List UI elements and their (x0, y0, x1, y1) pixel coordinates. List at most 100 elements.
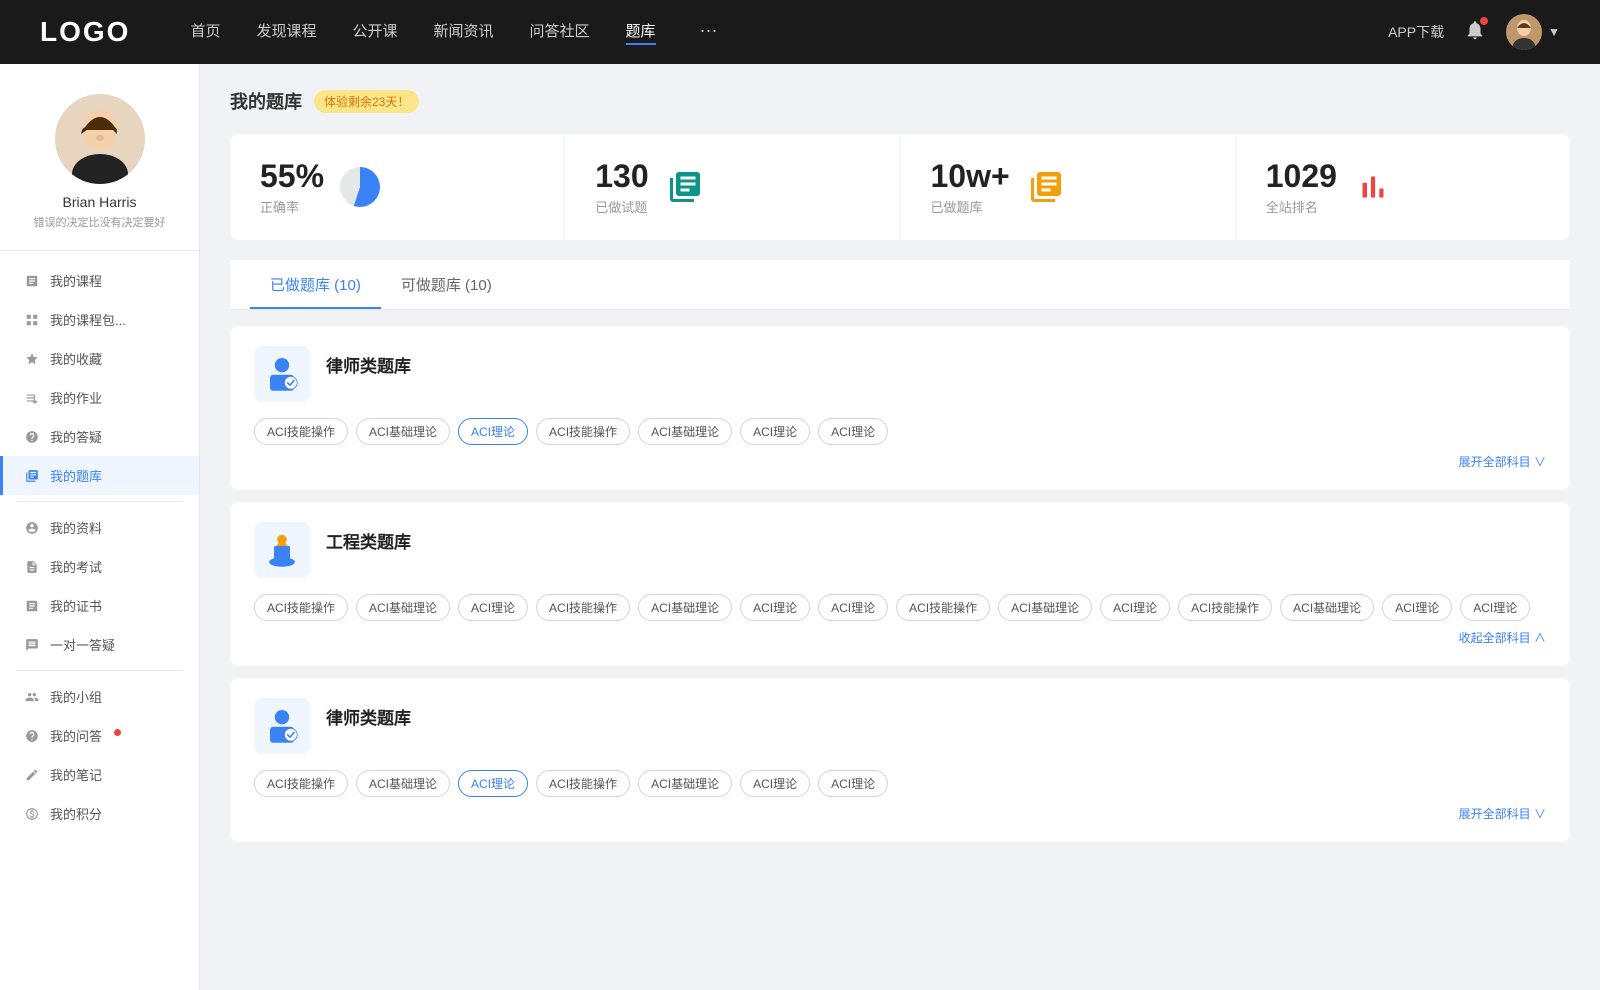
accuracy-icon (340, 167, 380, 207)
qbank-tag[interactable]: ACI理论 (1382, 594, 1452, 621)
qbank-tags-3: ACI技能操作 ACI基础理论 ACI理论 ACI技能操作 ACI基础理论 AC… (254, 770, 1546, 797)
qbank-tag[interactable]: ACI理论 (458, 594, 528, 621)
sidebar-item-profile[interactable]: 我的资料 (0, 508, 199, 547)
tab-done-qbanks[interactable]: 已做题库 (10) (250, 260, 381, 309)
qbank-tag[interactable]: ACI基础理论 (998, 594, 1092, 621)
nav-item-opencourse[interactable]: 公开课 (352, 20, 397, 45)
sidebar-item-favorites[interactable]: 我的收藏 (0, 339, 199, 378)
qbank-tag[interactable]: ACI理论 (818, 770, 888, 797)
qbank-tag[interactable]: ACI基础理论 (638, 770, 732, 797)
qbank-tag[interactable]: ACI基础理论 (356, 770, 450, 797)
qbank-tag[interactable]: ACI理论 (1460, 594, 1530, 621)
notes-icon (24, 767, 40, 783)
nav-item-home[interactable]: 首页 (190, 20, 220, 45)
group-icon (24, 689, 40, 705)
qbank-tag[interactable]: ACI理论 (818, 418, 888, 445)
sidebar-label: 我的证书 (50, 596, 102, 615)
qbank-tag[interactable]: ACI基础理论 (356, 594, 450, 621)
sidebar-item-points[interactable]: 我的积分 (0, 794, 199, 833)
qbank-tag[interactable]: ACI理论 (740, 770, 810, 797)
sidebar-item-qbank[interactable]: 我的题库 (0, 456, 199, 495)
page-header: 我的题库 体验剩余23天！ (230, 88, 1570, 114)
stat-value-questions: 130 (595, 158, 648, 195)
user-avatar-menu[interactable]: ▼ (1506, 14, 1560, 50)
sidebar-item-my-course[interactable]: 我的课程 (0, 261, 199, 300)
sidebar-item-notes[interactable]: 我的笔记 (0, 755, 199, 794)
qbank-tag[interactable]: ACI理论 (740, 594, 810, 621)
sidebar-label: 我的收藏 (50, 349, 102, 368)
stat-text: 1029 全站排名 (1266, 158, 1337, 216)
sidebar-item-certificate[interactable]: 我的证书 (0, 586, 199, 625)
qbank-tag-active[interactable]: ACI理论 (458, 770, 528, 797)
stat-label-accuracy: 正确率 (260, 197, 324, 216)
pie-chart (340, 167, 380, 207)
qbank-tag[interactable]: ACI技能操作 (896, 594, 990, 621)
profile-motto: 错误的决定比没有决定要好 (34, 214, 166, 230)
nav-item-news[interactable]: 新闻资讯 (434, 20, 494, 45)
points-icon (24, 806, 40, 822)
banks-done-icon (1026, 167, 1066, 207)
qbank-card-header: 律师类题库 (254, 346, 1546, 402)
stat-accuracy: 55% 正确率 (230, 134, 565, 240)
qbank-icon (24, 468, 40, 484)
trial-badge: 体验剩余23天！ (314, 90, 419, 113)
sidebar-divider2 (16, 670, 183, 671)
qbank-tag[interactable]: ACI理论 (818, 594, 888, 621)
qbank-tags-1: ACI技能操作 ACI基础理论 ACI理论 ACI技能操作 ACI基础理论 AC… (254, 418, 1546, 445)
sidebar-item-exam[interactable]: 我的考试 (0, 547, 199, 586)
sidebar-item-qa[interactable]: 我的答疑 (0, 417, 199, 456)
qa-notification-dot (114, 729, 121, 736)
qbank-container: 律师类题库 ACI技能操作 ACI基础理论 ACI理论 ACI技能操作 ACI基… (230, 326, 1570, 842)
nav-item-qa[interactable]: 问答社区 (530, 20, 590, 45)
stat-text: 55% 正确率 (260, 158, 324, 216)
stat-label-rank: 全站排名 (1266, 197, 1337, 216)
qbank-tag[interactable]: ACI基础理论 (1280, 594, 1374, 621)
qbank-tag[interactable]: ACI基础理论 (638, 594, 732, 621)
qbank-icon-lawyer (254, 346, 310, 402)
qbank-tag[interactable]: ACI技能操作 (1178, 594, 1272, 621)
qbank-tag[interactable]: ACI技能操作 (254, 418, 348, 445)
expand-button-2[interactable]: 收起全部科目 ∧ (254, 629, 1546, 646)
qbank-tag[interactable]: ACI基础理论 (356, 418, 450, 445)
notification-bell[interactable] (1464, 19, 1486, 46)
qbank-tag[interactable]: ACI技能操作 (254, 770, 348, 797)
qbank-info: 律师类题库 (326, 346, 411, 377)
tabs-row: 已做题库 (10) 可做题库 (10) (230, 260, 1570, 310)
navbar: LOGO 首页 发现课程 公开课 新闻资讯 问答社区 题库 ··· APP下载 (0, 0, 1600, 64)
logo[interactable]: LOGO (40, 16, 130, 48)
qbank-tag[interactable]: ACI技能操作 (254, 594, 348, 621)
oneone-qa-icon (24, 637, 40, 653)
main-content: 我的题库 体验剩余23天！ 55% 正确率 130 已做试题 (200, 64, 1600, 990)
stat-value-rank: 1029 (1266, 158, 1337, 195)
sidebar-item-my-qa[interactable]: 我的问答 (0, 716, 199, 755)
expand-button-3[interactable]: 展开全部科目 ∨ (254, 805, 1546, 822)
sidebar-item-homework[interactable]: 我的作业 (0, 378, 199, 417)
qbank-tag[interactable]: ACI技能操作 (536, 770, 630, 797)
qbank-tag[interactable]: ACI理论 (1100, 594, 1170, 621)
tab-available-qbanks[interactable]: 可做题库 (10) (381, 260, 512, 309)
navbar-right: APP下载 ▼ (1388, 14, 1560, 50)
profile-avatar (55, 94, 145, 184)
certificate-icon (24, 598, 40, 614)
stat-text: 130 已做试题 (595, 158, 648, 216)
nav-item-discover[interactable]: 发现课程 (256, 20, 316, 45)
sidebar-item-group[interactable]: 我的小组 (0, 677, 199, 716)
qa-icon (24, 429, 40, 445)
qbank-tag[interactable]: ACI技能操作 (536, 418, 630, 445)
stat-banks-done: 10w+ 已做题库 (901, 134, 1236, 240)
qbank-tag[interactable]: ACI基础理论 (638, 418, 732, 445)
sidebar-item-oneone-qa[interactable]: 一对一答疑 (0, 625, 199, 664)
sidebar-label: 我的作业 (50, 388, 102, 407)
sidebar-label: 我的考试 (50, 557, 102, 576)
qbank-icon-engineer (254, 522, 310, 578)
nav-item-qbank[interactable]: 题库 (626, 20, 656, 45)
expand-button-1[interactable]: 展开全部科目 ∨ (254, 453, 1546, 470)
qbank-tag[interactable]: ACI理论 (740, 418, 810, 445)
qbank-tag-active[interactable]: ACI理论 (458, 418, 528, 445)
app-download-button[interactable]: APP下载 (1388, 22, 1444, 42)
sidebar-item-course-pkg[interactable]: 我的课程包... (0, 300, 199, 339)
nav-more-icon[interactable]: ··· (700, 20, 718, 45)
rank-icon (1353, 167, 1393, 207)
qbank-tag[interactable]: ACI技能操作 (536, 594, 630, 621)
stat-label-banks: 已做题库 (931, 197, 1010, 216)
